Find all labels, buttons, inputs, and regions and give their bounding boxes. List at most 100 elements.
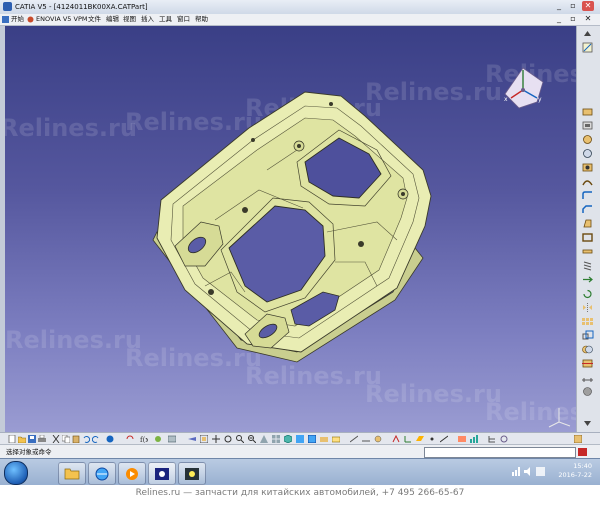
thickness-icon[interactable] [581, 246, 594, 257]
catia-menu-icon[interactable] [2, 16, 9, 23]
restore-button[interactable]: ▫ [567, 1, 579, 11]
zoom-out-icon[interactable] [248, 435, 256, 443]
menu-enovia[interactable]: ENOVIA V5 VPM [36, 14, 87, 25]
close-button[interactable]: ✕ [582, 1, 594, 11]
compass-toggle-icon[interactable] [500, 435, 508, 443]
measure-between-icon[interactable] [350, 435, 358, 443]
fly-mode-icon[interactable] [188, 435, 196, 443]
taskbar-explorer[interactable] [58, 462, 86, 485]
swap-space-icon[interactable] [332, 435, 340, 443]
point-icon[interactable] [428, 435, 436, 443]
save-icon[interactable] [28, 435, 36, 443]
compass[interactable] [497, 64, 549, 116]
sketcher-icon[interactable] [581, 42, 594, 53]
fillet-icon[interactable] [581, 190, 594, 201]
taskbar-viewer[interactable] [178, 462, 206, 485]
axis-system-icon[interactable] [404, 435, 412, 443]
status-prompt: 选择对象或命令 [6, 448, 52, 456]
menu-file[interactable]: 文件 [88, 14, 101, 25]
network-icon[interactable] [512, 467, 521, 476]
part-model[interactable] [5, 26, 576, 432]
whats-this-icon[interactable] [106, 435, 114, 443]
catia-taskbar-icon [155, 468, 169, 480]
menu-edit[interactable]: 编辑 [106, 14, 119, 25]
line-icon[interactable] [440, 435, 448, 443]
stop-command-icon[interactable] [578, 448, 587, 456]
rotate-view-icon[interactable] [224, 435, 232, 443]
pocket-icon[interactable] [581, 120, 594, 131]
translate-icon[interactable] [581, 274, 594, 285]
clock-date[interactable]: 2016-7-22 [558, 471, 592, 480]
hide-show-icon[interactable] [320, 435, 328, 443]
3d-viewport[interactable]: Relines.ru Relines.ru Relines.ru Relines… [5, 26, 576, 432]
shaft-icon[interactable] [581, 134, 594, 145]
hole-icon[interactable] [581, 162, 594, 173]
doc-close-button[interactable]: ✕ [582, 14, 594, 24]
taskbar-catia[interactable] [148, 462, 176, 485]
groove-icon[interactable] [581, 148, 594, 159]
copy-icon[interactable] [62, 435, 70, 443]
draft-icon[interactable] [581, 218, 594, 229]
scroll-up-icon[interactable] [581, 28, 594, 39]
measure-item-icon[interactable] [362, 435, 370, 443]
constraint-icon[interactable] [392, 435, 400, 443]
thread-icon[interactable] [581, 260, 594, 271]
undo-icon[interactable] [82, 435, 90, 443]
measure-inertia-icon[interactable] [374, 435, 382, 443]
normal-view-icon[interactable] [260, 435, 268, 443]
workbench-icon[interactable] [574, 435, 582, 443]
flag-icon[interactable] [536, 467, 545, 476]
volume-icon[interactable] [524, 467, 533, 476]
menu-insert[interactable]: 插入 [141, 14, 154, 25]
doc-restore-button[interactable]: ▫ [567, 14, 579, 24]
shell-icon[interactable] [581, 232, 594, 243]
doc-minimize-button[interactable]: _ [553, 14, 565, 24]
pattern-icon[interactable] [581, 316, 594, 327]
knowledge-icon[interactable] [154, 435, 162, 443]
scroll-down-icon[interactable] [581, 418, 594, 429]
boolean-icon[interactable] [581, 344, 594, 355]
zoom-in-icon[interactable] [236, 435, 244, 443]
mirror-icon[interactable] [581, 302, 594, 313]
analysis-icon[interactable] [470, 435, 478, 443]
formula-icon[interactable]: f(x) [140, 435, 148, 443]
multi-view-icon[interactable] [272, 435, 280, 443]
start-button[interactable] [4, 461, 28, 485]
clock-time[interactable]: 15:40 [558, 462, 592, 471]
update-icon[interactable] [126, 435, 134, 443]
minimize-button[interactable]: _ [553, 1, 565, 11]
rib-icon[interactable] [581, 176, 594, 187]
chamfer-icon[interactable] [581, 204, 594, 215]
fit-all-icon[interactable] [200, 435, 208, 443]
command-input[interactable] [424, 447, 576, 458]
cut-icon[interactable] [52, 435, 60, 443]
shading-edges-icon[interactable] [308, 435, 316, 443]
menu-tools[interactable]: 工具 [159, 14, 172, 25]
scale-icon[interactable] [581, 330, 594, 341]
menu-start[interactable]: 开始 [11, 14, 24, 25]
pad-icon[interactable] [581, 106, 594, 117]
pan-icon[interactable] [212, 435, 220, 443]
split-icon[interactable] [581, 358, 594, 369]
menu-help[interactable]: 帮助 [195, 14, 208, 25]
photo-studio-icon[interactable] [458, 435, 466, 443]
shading-icon[interactable] [296, 435, 304, 443]
open-icon[interactable] [18, 435, 26, 443]
title-bar[interactable]: CATIA V5 - [4124011BK00XA.CATPart] _ ▫ ✕ [0, 0, 600, 15]
new-icon[interactable] [8, 435, 16, 443]
window-title: CATIA V5 - [4124011BK00XA.CATPart] [15, 3, 148, 11]
paste-icon[interactable] [72, 435, 80, 443]
taskbar-ie[interactable] [88, 462, 116, 485]
isometric-view-icon[interactable] [284, 435, 292, 443]
taskbar-media[interactable] [118, 462, 146, 485]
apply-material-icon[interactable] [581, 386, 594, 397]
spec-tree-icon[interactable] [488, 435, 496, 443]
catalog-icon[interactable] [168, 435, 176, 443]
measure-icon[interactable] [581, 372, 594, 383]
rotate-icon[interactable] [581, 288, 594, 299]
menu-window[interactable]: 窗口 [177, 14, 190, 25]
plane-icon[interactable] [416, 435, 424, 443]
redo-icon[interactable] [92, 435, 100, 443]
menu-view[interactable]: 视图 [123, 14, 136, 25]
print-icon[interactable] [38, 435, 46, 443]
